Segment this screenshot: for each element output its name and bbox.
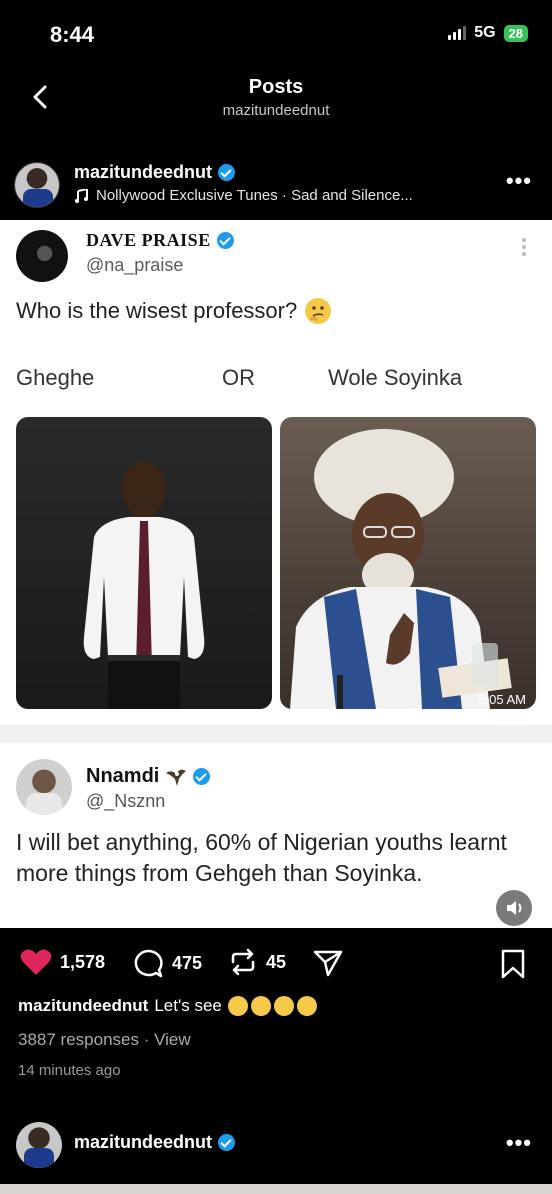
post-author-name[interactable]: mazitundeednut <box>74 162 212 183</box>
share-button[interactable] <box>312 948 344 978</box>
page-subtitle: mazitundeednut <box>222 102 330 119</box>
page-title: Posts <box>248 76 304 98</box>
or-label: OR <box>222 365 255 390</box>
post-author[interactable]: mazitundeednut <box>74 1132 235 1153</box>
post-author-name[interactable]: mazitundeednut <box>74 1132 212 1153</box>
tweet-author-name: Nnamdi <box>86 765 160 787</box>
tweet-question: Who is the wisest professor? <box>16 298 298 323</box>
more-options-icon[interactable]: ••• <box>506 1130 532 1156</box>
verified-badge-icon <box>218 164 235 181</box>
tweet-handle: @na_praise <box>86 255 184 275</box>
tweet-text: Who is the wisest professor? <box>16 298 332 324</box>
photo-timestamp: 8:05 AM <box>478 692 526 707</box>
rofl-emojis-icon <box>227 996 317 1016</box>
music-attribution[interactable]: Nollywood Exclusive Tunes · Sad and Sile… <box>74 187 413 204</box>
signal-icon <box>448 26 467 40</box>
eagle-emoji-icon <box>166 769 187 786</box>
top-nav: Posts mazitundeednut <box>0 70 552 140</box>
send-icon <box>313 950 343 977</box>
comment-bubble-icon <box>134 949 163 978</box>
battery-icon: 28 <box>503 24 528 42</box>
tweet-author: Nnamdi <box>86 765 211 788</box>
tweet-author: DAVE PRAISE <box>86 230 234 251</box>
option-right: Wole Soyinka <box>328 365 463 390</box>
status-indicators: 5G 28 <box>448 24 528 42</box>
music-label[interactable]: Nollywood Exclusive Tunes · Sad and Sile… <box>96 187 413 204</box>
option-left: Gheghe <box>16 365 95 390</box>
comment-count: 475 <box>172 952 203 973</box>
heart-icon <box>20 949 52 975</box>
tweet-author-name: DAVE PRAISE <box>86 230 211 250</box>
avatar <box>16 230 68 282</box>
tweet-text: I will bet anything, 60% of Nigerian you… <box>16 829 507 886</box>
repost-count: 45 <box>266 951 287 972</box>
like-count: 1,578 <box>60 951 106 972</box>
sound-icon[interactable] <box>496 890 532 926</box>
status-bar: 8:44 5G 28 <box>0 0 552 70</box>
verified-badge-icon <box>218 1134 235 1151</box>
verified-badge-icon <box>216 232 234 249</box>
quoted-tweet-1: DAVE PRAISE @na_praise Who is the wisest… <box>0 220 552 725</box>
repost-icon <box>231 948 255 976</box>
photo-wole-soyinka: 8:05 AM <box>280 417 536 709</box>
more-options-icon[interactable]: ••• <box>506 168 532 194</box>
divider <box>0 725 552 743</box>
clock: 8:44 <box>50 22 95 47</box>
repost-button[interactable]: 45 <box>228 948 286 976</box>
avatar[interactable] <box>16 1122 62 1168</box>
quoted-tweet-2: Nnamdi @_Nsznn I will bet anything, 60% … <box>0 745 552 928</box>
photo-gheghe <box>16 417 272 709</box>
music-note-icon <box>75 188 88 203</box>
post-time: 14 minutes ago <box>18 1062 121 1079</box>
next-post-media-edge <box>0 1184 552 1194</box>
save-button[interactable] <box>498 948 528 980</box>
post-caption: mazitundeednut Let's see <box>18 996 317 1016</box>
network-label: 5G <box>474 24 496 41</box>
like-button[interactable]: 1,578 <box>20 948 105 976</box>
responses-link[interactable]: 3887 responses · View <box>18 1030 191 1050</box>
post-media[interactable]: DAVE PRAISE @na_praise Who is the wisest… <box>0 220 552 928</box>
verified-badge-icon <box>193 768 211 785</box>
next-post-header: mazitundeednut ••• <box>0 1118 552 1178</box>
avatar[interactable] <box>14 162 60 208</box>
post-header: mazitundeednut Nollywood Exclusive Tunes… <box>0 150 552 218</box>
bookmark-icon <box>501 949 525 979</box>
post-author[interactable]: mazitundeednut <box>74 162 235 183</box>
action-bar: 1,578 475 45 <box>0 942 552 986</box>
kebab-menu-icon <box>522 238 526 258</box>
tweet-handle: @_Nsznn <box>86 791 166 811</box>
thinking-face-emoji-icon <box>305 298 332 324</box>
caption-text: Let's see <box>154 996 222 1015</box>
caption-author[interactable]: mazitundeednut <box>18 996 148 1016</box>
avatar <box>16 759 72 815</box>
comment-button[interactable]: 475 <box>132 948 202 978</box>
